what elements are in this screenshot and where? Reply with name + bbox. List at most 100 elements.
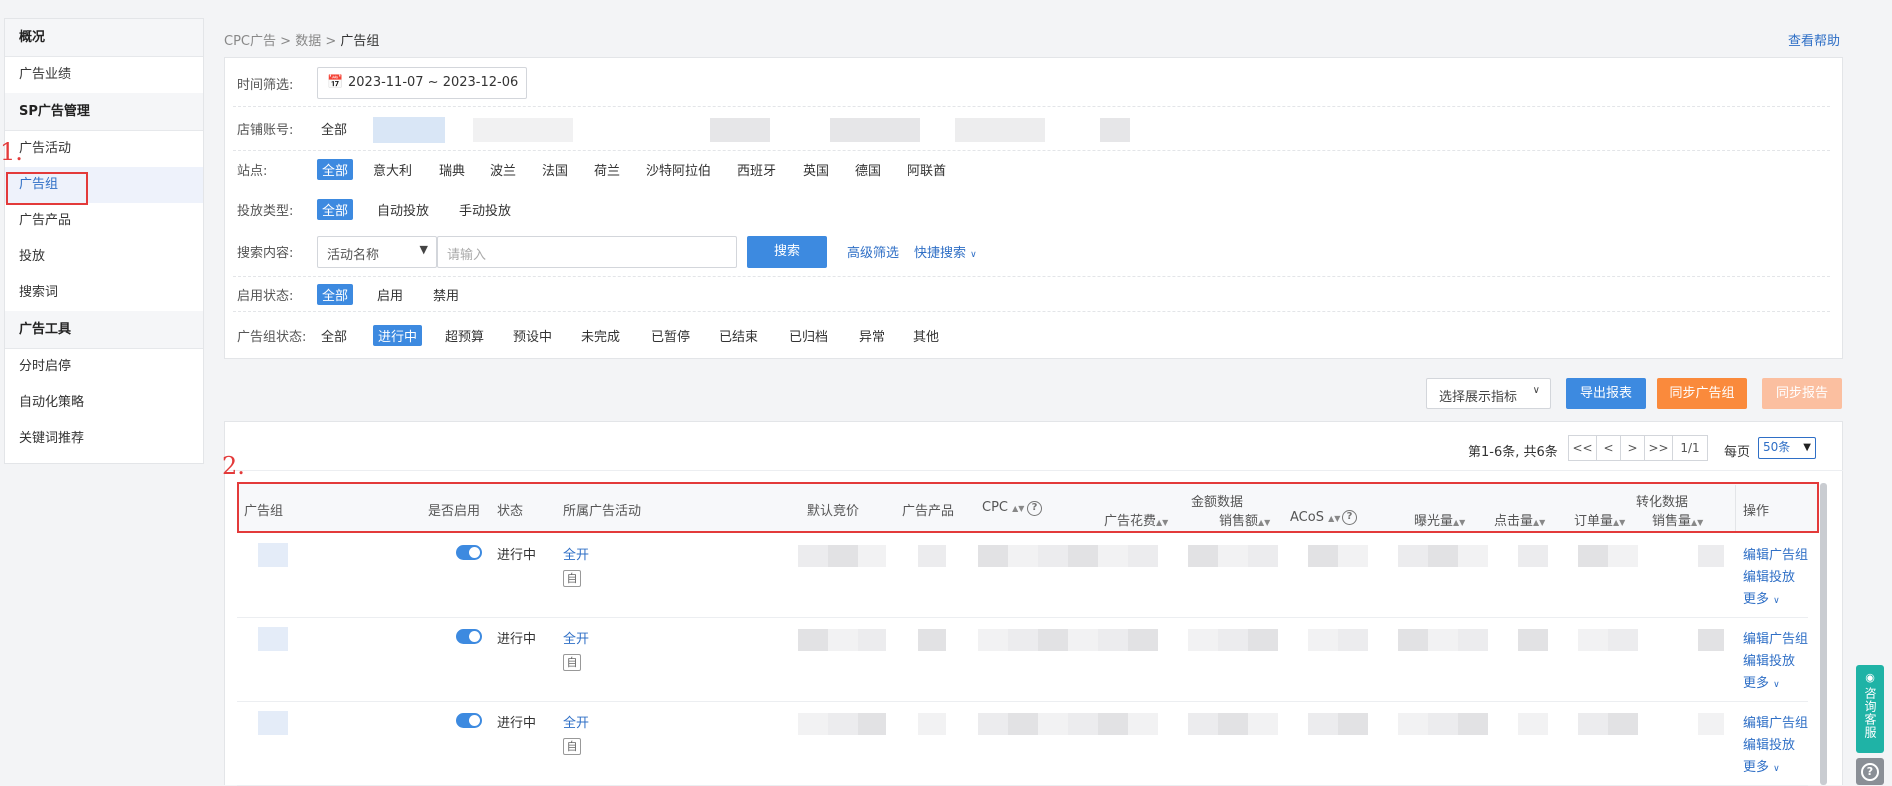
site-option-netherlands[interactable]: 荷兰 xyxy=(594,160,620,179)
acos-help-icon[interactable]: ? xyxy=(1342,510,1357,525)
sort-icon[interactable]: ▲▼ xyxy=(1012,504,1024,513)
enable-option-all[interactable]: 全部 xyxy=(317,284,354,305)
blurred-shop[interactable] xyxy=(473,118,573,142)
sort-icon[interactable]: ▲▼ xyxy=(1613,518,1625,527)
sidebar-item-automation[interactable]: 自动化策略 xyxy=(5,385,203,421)
header-units[interactable]: 销售量▲▼ xyxy=(1652,510,1703,529)
blurred-ad-group-name[interactable] xyxy=(258,711,288,735)
search-input[interactable]: 请输入 xyxy=(437,236,737,268)
site-option-spain[interactable]: 西班牙 xyxy=(737,160,776,179)
export-report-button[interactable]: 导出报表 xyxy=(1566,378,1646,409)
next-page-button[interactable]: > xyxy=(1621,436,1645,460)
blurred-metric-cell xyxy=(1188,545,1218,567)
group-status-paused[interactable]: 已暂停 xyxy=(651,326,690,345)
header-orders[interactable]: 订单量▲▼ xyxy=(1574,510,1625,529)
sync-ad-group-button[interactable]: 同步广告组 xyxy=(1657,378,1747,409)
group-status-all[interactable]: 全部 xyxy=(321,326,347,345)
sidebar-item-campaigns[interactable]: 广告活动 xyxy=(5,131,203,167)
sort-icon[interactable]: ▲▼ xyxy=(1258,518,1270,527)
sidebar-item-targeting[interactable]: 投放 xyxy=(5,239,203,275)
more-actions-link[interactable]: 更多 ∨ xyxy=(1743,756,1780,775)
site-option-italy[interactable]: 意大利 xyxy=(373,160,412,179)
site-option-uk[interactable]: 英国 xyxy=(803,160,829,179)
blurred-shop[interactable] xyxy=(955,118,1045,142)
edit-targeting-link[interactable]: 编辑投放 xyxy=(1743,734,1795,753)
advanced-filter-link[interactable]: 高级筛选 xyxy=(847,242,899,261)
blurred-ad-group-name[interactable] xyxy=(258,543,288,567)
site-option-poland[interactable]: 波兰 xyxy=(490,160,516,179)
quick-search-link[interactable]: 快捷搜索 ∨ xyxy=(914,242,977,261)
sync-report-button[interactable]: 同步报告 xyxy=(1762,378,1842,409)
more-actions-link[interactable]: 更多 ∨ xyxy=(1743,588,1780,607)
header-sales[interactable]: 销售额▲▼ xyxy=(1219,510,1270,529)
row-campaign-link[interactable]: 全开 xyxy=(563,712,589,731)
row-campaign-link[interactable]: 全开 xyxy=(563,544,589,563)
sort-icon[interactable]: ▲▼ xyxy=(1533,518,1545,527)
sidebar-item-keyword-recommend[interactable]: 关键词推荐 xyxy=(5,421,203,457)
group-status-running[interactable]: 进行中 xyxy=(373,325,423,346)
sidebar-item-ad-products[interactable]: 广告产品 xyxy=(5,203,203,239)
edit-targeting-link[interactable]: 编辑投放 xyxy=(1743,650,1795,669)
header-spend[interactable]: 广告花费▲▼ xyxy=(1104,510,1168,529)
header-impressions[interactable]: 曝光量▲▼ xyxy=(1414,510,1465,529)
last-page-button[interactable]: >> xyxy=(1645,436,1673,460)
enable-option-enabled[interactable]: 启用 xyxy=(377,285,403,304)
sort-icon[interactable]: ▲▼ xyxy=(1328,514,1340,523)
search-button[interactable]: 搜索 xyxy=(747,236,827,268)
site-option-all[interactable]: 全部 xyxy=(317,159,354,180)
prev-page-button[interactable]: < xyxy=(1597,436,1621,460)
header-cpc[interactable]: CPC ▲▼ xyxy=(982,500,1024,515)
enable-option-disabled[interactable]: 禁用 xyxy=(433,285,459,304)
header-clicks[interactable]: 点击量▲▼ xyxy=(1494,510,1545,529)
per-page-select[interactable]: 50条 ▼ xyxy=(1758,437,1816,459)
consult-service-widget[interactable]: ◉ 咨询客服 xyxy=(1856,665,1884,753)
group-status-archived[interactable]: 已归档 xyxy=(789,326,828,345)
type-option-all[interactable]: 全部 xyxy=(317,199,354,220)
sidebar-item-dayparting[interactable]: 分时启停 xyxy=(5,349,203,385)
edit-ad-group-link[interactable]: 编辑广告组 xyxy=(1743,712,1808,731)
type-option-auto[interactable]: 自动投放 xyxy=(377,200,429,219)
table-scrollbar[interactable] xyxy=(1820,483,1827,785)
breadcrumb-cpc[interactable]: CPC广告 xyxy=(224,34,276,49)
enable-toggle[interactable] xyxy=(456,545,482,560)
site-option-saudi[interactable]: 沙特阿拉伯 xyxy=(646,160,711,179)
sidebar-item-ad-performance[interactable]: 广告业绩 xyxy=(5,57,203,93)
blurred-ad-group-name[interactable] xyxy=(258,627,288,651)
site-option-france[interactable]: 法国 xyxy=(542,160,568,179)
blurred-shop[interactable] xyxy=(1100,118,1130,142)
first-page-button[interactable]: << xyxy=(1569,436,1597,460)
site-option-uae[interactable]: 阿联酋 xyxy=(907,160,946,179)
help-float-button[interactable]: ? xyxy=(1856,758,1884,785)
row-campaign-link[interactable]: 全开 xyxy=(563,628,589,647)
group-status-other[interactable]: 其他 xyxy=(913,326,939,345)
cpc-help-icon[interactable]: ? xyxy=(1027,501,1042,516)
group-status-abnormal[interactable]: 异常 xyxy=(859,326,885,345)
sort-icon[interactable]: ▲▼ xyxy=(1156,518,1168,527)
group-status-scheduled[interactable]: 预设中 xyxy=(513,326,552,345)
select-metrics-dropdown[interactable]: 选择展示指标 ∨ xyxy=(1426,378,1551,409)
sort-icon[interactable]: ▲▼ xyxy=(1691,518,1703,527)
group-status-ended[interactable]: 已结束 xyxy=(719,326,758,345)
more-actions-link[interactable]: 更多 ∨ xyxy=(1743,672,1780,691)
site-option-germany[interactable]: 德国 xyxy=(855,160,881,179)
blurred-shop[interactable] xyxy=(830,118,920,142)
search-field-select[interactable]: 活动名称 ▼ xyxy=(317,236,437,268)
enable-toggle[interactable] xyxy=(456,713,482,728)
blurred-shop[interactable] xyxy=(373,117,445,143)
edit-ad-group-link[interactable]: 编辑广告组 xyxy=(1743,544,1808,563)
blurred-shop[interactable] xyxy=(710,118,770,142)
shop-option-all[interactable]: 全部 xyxy=(321,119,347,138)
help-link[interactable]: 查看帮助 xyxy=(1788,30,1840,49)
edit-targeting-link[interactable]: 编辑投放 xyxy=(1743,566,1795,585)
date-range-picker[interactable]: 📅 2023-11-07 ~ 2023-12-06 xyxy=(317,67,527,99)
sidebar-item-search-terms[interactable]: 搜索词 xyxy=(5,275,203,311)
enable-toggle[interactable] xyxy=(456,629,482,644)
group-status-incomplete[interactable]: 未完成 xyxy=(581,326,620,345)
breadcrumb-data[interactable]: 数据 xyxy=(295,34,321,49)
site-option-sweden[interactable]: 瑞典 xyxy=(439,160,465,179)
edit-ad-group-link[interactable]: 编辑广告组 xyxy=(1743,628,1808,647)
group-status-over-budget[interactable]: 超预算 xyxy=(445,326,484,345)
header-acos[interactable]: ACoS ▲▼ xyxy=(1290,510,1340,525)
type-option-manual[interactable]: 手动投放 xyxy=(459,200,511,219)
sort-icon[interactable]: ▲▼ xyxy=(1453,518,1465,527)
